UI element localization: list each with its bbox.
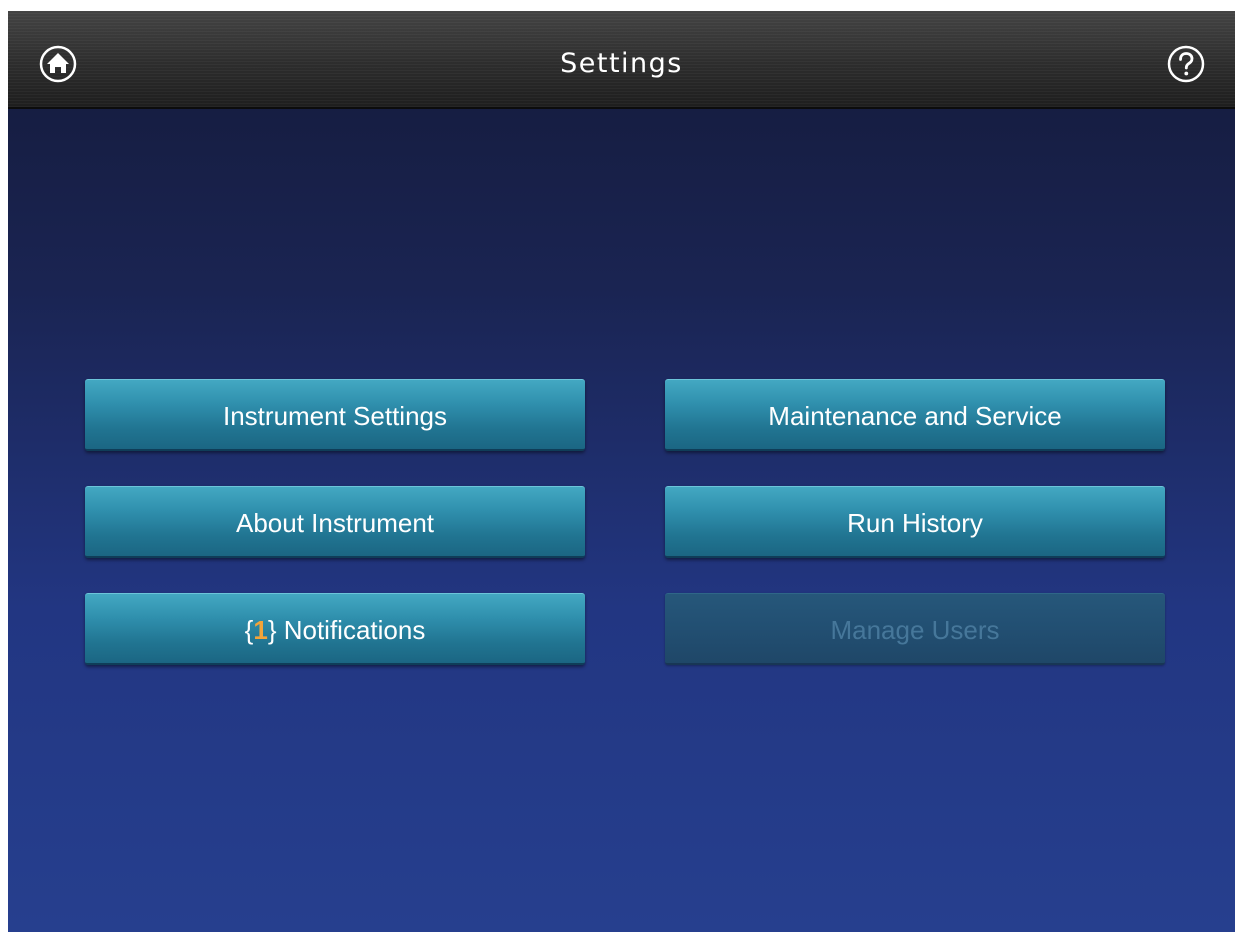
about-instrument-button[interactable]: About Instrument xyxy=(85,486,585,558)
run-history-button[interactable]: Run History xyxy=(665,486,1165,558)
maintenance-and-service-label: Maintenance and Service xyxy=(768,401,1062,431)
notifications-label: Notifications xyxy=(276,615,426,645)
home-button[interactable] xyxy=(38,44,78,84)
page-title: Settings xyxy=(560,48,683,79)
instrument-settings-label: Instrument Settings xyxy=(223,401,447,431)
manage-users-button: Manage Users xyxy=(665,593,1165,665)
settings-screen: Settings Instrument Settings Maintenance… xyxy=(8,11,1235,932)
notifications-button[interactable]: {1} Notifications xyxy=(85,593,585,665)
notification-count-badge: 1 xyxy=(253,615,268,645)
instrument-settings-button[interactable]: Instrument Settings xyxy=(85,379,585,451)
home-icon xyxy=(39,45,77,83)
help-button[interactable] xyxy=(1166,44,1206,84)
help-icon xyxy=(1167,45,1205,83)
about-instrument-label: About Instrument xyxy=(236,508,434,538)
manage-users-label: Manage Users xyxy=(830,615,1000,645)
run-history-label: Run History xyxy=(847,508,983,538)
maintenance-and-service-button[interactable]: Maintenance and Service xyxy=(665,379,1165,451)
notifications-close-brace: } xyxy=(267,615,277,645)
top-bar: Settings xyxy=(8,11,1235,109)
